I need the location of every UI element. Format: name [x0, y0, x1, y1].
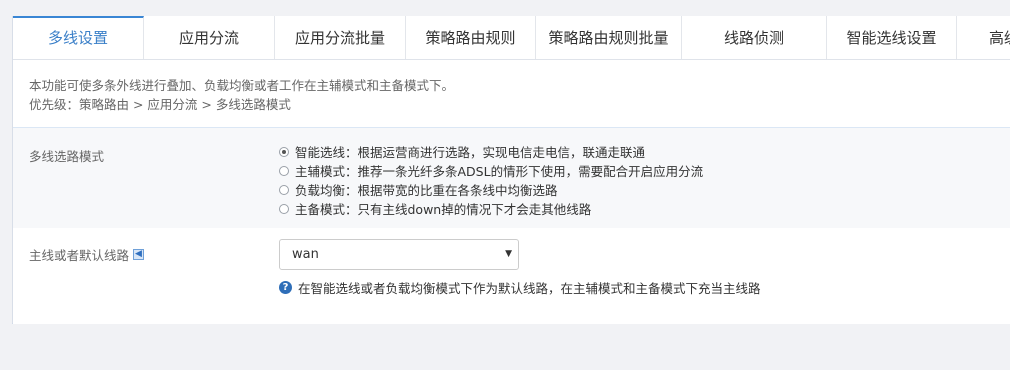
- chevron-down-icon: ▼: [505, 249, 512, 259]
- multiline-mode-label: 多线选路模式: [29, 149, 105, 164]
- description-line-2: 优先级：策略路由 > 应用分流 > 多线选路模式: [29, 97, 291, 112]
- default-line-label-wrap: 主线或者默认线路 ◀: [29, 245, 145, 264]
- tab-multiline-settings[interactable]: 多线设置: [13, 16, 144, 59]
- tab-app-routing[interactable]: 应用分流: [144, 16, 275, 59]
- tab-policy-routing-rules[interactable]: 策略路由规则: [406, 16, 536, 59]
- default-line-help: ? 在智能选线或者负载均衡模式下作为默认线路，在主辅模式和主备模式下充当主线路: [279, 278, 761, 297]
- radio-smart[interactable]: [279, 146, 289, 157]
- tab-advanced[interactable]: 高级: [957, 16, 1010, 59]
- default-line-help-text: 在智能选线或者负载均衡模式下作为默认线路，在主辅模式和主备模式下充当主线路: [298, 281, 761, 296]
- description-line-1: 本功能可使多条外线进行叠加、负载均衡或者工作在主辅模式和主备模式下。: [29, 78, 455, 93]
- mode-option-primary-auxiliary[interactable]: 主辅模式：推荐一条光纤多条ADSL的情形下使用，需要配合开启应用分流: [279, 161, 703, 180]
- content-panel: 多线设置 应用分流 应用分流批量 策略路由规则 策略路由规则批量 线路侦测 智能…: [12, 16, 1010, 324]
- mode-option-primary-backup-label: 主备模式：只有主线down掉的情况下才会走其他线路: [295, 202, 592, 217]
- default-line-select[interactable]: wan ▼: [279, 239, 519, 270]
- tab-app-routing-batch[interactable]: 应用分流批量: [275, 16, 406, 59]
- mode-option-smart[interactable]: 智能选线：根据运营商进行选路，实现电信走电信，联通走联通: [279, 142, 703, 161]
- mode-option-smart-label: 智能选线：根据运营商进行选路，实现电信走电信，联通走联通: [295, 145, 646, 160]
- tab-policy-routing-rules-batch[interactable]: 策略路由规则批量: [536, 16, 682, 59]
- info-icon[interactable]: ◀: [133, 249, 145, 260]
- default-line-label: 主线或者默认线路: [29, 248, 130, 263]
- default-line-row: 主线或者默认线路 ◀ wan ▼ ? 在智能选线或者负载均衡模式下作为默认线路，…: [13, 228, 1010, 324]
- tab-smart-line-settings[interactable]: 智能选线设置: [827, 16, 957, 59]
- radio-primary-auxiliary[interactable]: [279, 165, 289, 176]
- mode-option-primary-auxiliary-label: 主辅模式：推荐一条光纤多条ADSL的情形下使用，需要配合开启应用分流: [295, 164, 704, 179]
- multiline-mode-radio-group: 智能选线：根据运营商进行选路，实现电信走电信，联通走联通 主辅模式：推荐一条光纤…: [279, 142, 703, 218]
- radio-load-balance[interactable]: [279, 184, 289, 195]
- tab-line-detection[interactable]: 线路侦测: [682, 16, 827, 59]
- radio-primary-backup[interactable]: [279, 203, 289, 214]
- description-box: 本功能可使多条外线进行叠加、负载均衡或者工作在主辅模式和主备模式下。 优先级：策…: [13, 60, 1010, 128]
- mode-option-load-balance-label: 负载均衡：根据带宽的比重在各条线中均衡选路: [295, 183, 558, 198]
- mode-option-load-balance[interactable]: 负载均衡：根据带宽的比重在各条线中均衡选路: [279, 180, 703, 199]
- mode-option-primary-backup[interactable]: 主备模式：只有主线down掉的情况下才会走其他线路: [279, 199, 703, 218]
- help-icon: ?: [279, 281, 292, 294]
- multiline-mode-row: 多线选路模式 智能选线：根据运营商进行选路，实现电信走电信，联通走联通 主辅模式…: [13, 128, 1010, 228]
- tab-bar: 多线设置 应用分流 应用分流批量 策略路由规则 策略路由规则批量 线路侦测 智能…: [13, 16, 1010, 60]
- default-line-select-value: wan: [292, 247, 319, 262]
